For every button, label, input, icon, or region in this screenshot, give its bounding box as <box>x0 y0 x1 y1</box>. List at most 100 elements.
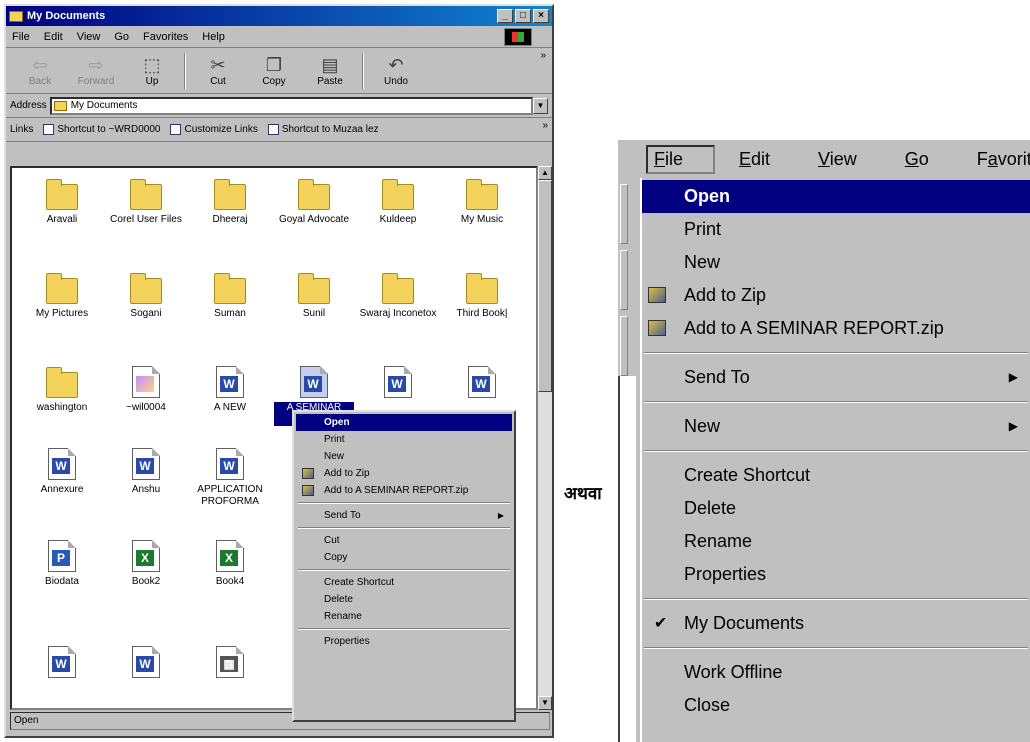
menu-item-delete[interactable]: Delete <box>642 492 1030 525</box>
menu-item-send-to[interactable]: Send To ▶ <box>296 507 512 524</box>
file-name: Kuldeep <box>379 214 417 225</box>
cut-button[interactable]: ✂ Cut <box>190 54 246 87</box>
folder-item[interactable]: Goyal Advocate <box>274 178 354 226</box>
folder-item[interactable]: Swaraj Inconetox <box>358 272 438 320</box>
vertical-scrollbar[interactable]: ▲ ▼ <box>538 166 552 710</box>
folder-item[interactable]: Dheeraj <box>190 178 270 226</box>
folder-item[interactable]: washington <box>22 366 102 414</box>
menu-item-properties[interactable]: Properties <box>296 633 512 650</box>
menu-item-new[interactable]: New ▶ <box>642 410 1030 443</box>
menu-item-work-offline[interactable]: Work Offline <box>642 656 1030 689</box>
menu-favorites[interactable]: Favorites <box>977 149 1030 170</box>
file-item[interactable]: W <box>358 366 438 402</box>
menu-separator <box>642 443 1030 459</box>
file-item[interactable]: W APPLICATION PROFORMA <box>190 448 270 508</box>
menu-item-print[interactable]: Print <box>296 431 512 448</box>
scroll-up-arrow-icon[interactable]: ▲ <box>538 166 552 180</box>
menu-item-rename[interactable]: Rename <box>642 525 1030 558</box>
back-button[interactable]: ⇦ Back <box>12 54 68 87</box>
address-dropdown-button[interactable]: ▼ <box>533 97 548 114</box>
menu-go[interactable]: Go <box>114 31 129 43</box>
link-shortcut-muzaa[interactable]: Shortcut to Muzaa lez <box>267 124 379 135</box>
menu-edit[interactable]: Edit <box>739 149 794 170</box>
menu-separator <box>642 640 1030 656</box>
menu-item-properties[interactable]: Properties <box>642 558 1030 591</box>
menu-view[interactable]: View <box>77 31 101 43</box>
links-more-chevron-icon[interactable]: » <box>542 120 548 131</box>
menu-go[interactable]: Go <box>905 149 953 170</box>
file-item[interactable]: W <box>106 646 186 682</box>
menu-view[interactable]: View <box>818 149 881 170</box>
file-item[interactable]: W A NEW <box>190 366 270 414</box>
menu-favorites[interactable]: Favorites <box>143 31 188 43</box>
folder-icon <box>214 179 246 210</box>
menu-item-delete[interactable]: Delete <box>296 591 512 608</box>
forward-button[interactable]: ⇨ Forward <box>68 54 124 87</box>
file-item[interactable]: W <box>22 646 102 682</box>
menu-item-add-to-zip[interactable]: Add to Zip <box>296 465 512 482</box>
submenu-arrow-icon: ▶ <box>1008 419 1018 433</box>
menu-item-label: Rename <box>684 531 753 551</box>
menu-item-copy[interactable]: Copy <box>296 549 512 566</box>
menu-help[interactable]: Help <box>202 31 225 43</box>
menu-item-rename[interactable]: Rename <box>296 608 512 625</box>
minimize-button[interactable]: _ <box>497 9 513 23</box>
file-item[interactable]: X Book2 <box>106 540 186 588</box>
toolbar-more-chevron-icon[interactable]: » <box>540 50 546 61</box>
folder-icon <box>298 179 330 210</box>
undo-icon: ↶ <box>388 55 404 75</box>
menu-item-open[interactable]: Open <box>642 180 1030 213</box>
folder-icon <box>46 179 78 210</box>
menu-item-my-documents[interactable]: ✔ My Documents <box>642 607 1030 640</box>
folder-item[interactable]: Corel User Files <box>106 178 186 226</box>
folder-item[interactable]: Third Book| <box>442 272 522 320</box>
folder-item[interactable]: My Pictures <box>22 272 102 320</box>
folder-item[interactable]: Aravali <box>22 178 102 226</box>
link-customize-links[interactable]: Customize Links <box>170 124 258 135</box>
menu-item-open[interactable]: Open <box>296 414 512 431</box>
scroll-down-arrow-icon[interactable]: ▼ <box>538 696 552 710</box>
folder-item[interactable]: Sunil <box>274 272 354 320</box>
menu-item-add-to-a-seminar-report-zip[interactable]: Add to A SEMINAR REPORT.zip <box>642 312 1030 345</box>
menu-item-add-to-a-seminar-report-zip[interactable]: Add to A SEMINAR REPORT.zip <box>296 482 512 499</box>
maximize-button[interactable]: □ <box>515 9 531 23</box>
file-item[interactable]: ▦ <box>190 646 270 682</box>
close-button[interactable]: × <box>533 9 549 23</box>
scroll-thumb[interactable] <box>538 180 552 392</box>
file-item[interactable]: W Anshu <box>106 448 186 496</box>
menu-file[interactable]: File <box>12 31 30 43</box>
file-name: Anshu <box>131 484 161 495</box>
file-item[interactable]: W Annexure <box>22 448 102 496</box>
address-field[interactable]: My Documents <box>49 96 533 115</box>
menu-item-new[interactable]: New <box>296 448 512 465</box>
title-bar[interactable]: My Documents _ □ × <box>6 6 552 26</box>
menu-item-create-shortcut[interactable]: Create Shortcut <box>642 459 1030 492</box>
file-item[interactable]: W <box>442 366 522 402</box>
menu-edit[interactable]: Edit <box>44 31 63 43</box>
copy-button[interactable]: ❐ Copy <box>246 54 302 87</box>
folder-item[interactable]: Suman <box>190 272 270 320</box>
menu-item-add-to-zip[interactable]: Add to Zip <box>642 279 1030 312</box>
folder-item[interactable]: Sogani <box>106 272 186 320</box>
menu-file[interactable]: File <box>646 144 716 174</box>
menu-item-print[interactable]: Print <box>642 213 1030 246</box>
folder-item[interactable]: My Music <box>442 178 522 226</box>
menu-item-label: Print <box>324 434 345 445</box>
paste-button[interactable]: ▤ Paste <box>302 54 358 87</box>
undo-button[interactable]: ↶ Undo <box>368 54 424 87</box>
menu-item-close[interactable]: Close <box>642 689 1030 722</box>
file-item[interactable]: P Biodata <box>22 540 102 588</box>
file-name: Book2 <box>131 576 161 587</box>
menu-item-send-to[interactable]: Send To ▶ <box>642 361 1030 394</box>
up-button[interactable]: ⬚ Up <box>124 54 180 87</box>
link-shortcut-wrd[interactable]: Shortcut to ~WRD0000 <box>43 124 160 135</box>
menu-item-new[interactable]: New <box>642 246 1030 279</box>
file-item[interactable]: X Book4 <box>190 540 270 588</box>
word-document-icon: W <box>216 366 244 398</box>
address-label: Address <box>10 100 47 111</box>
file-name: Suman <box>214 308 246 319</box>
file-item[interactable]: ~wil0004 <box>106 366 186 414</box>
menu-item-cut[interactable]: Cut <box>296 532 512 549</box>
menu-item-create-shortcut[interactable]: Create Shortcut <box>296 574 512 591</box>
folder-item[interactable]: Kuldeep <box>358 178 438 226</box>
